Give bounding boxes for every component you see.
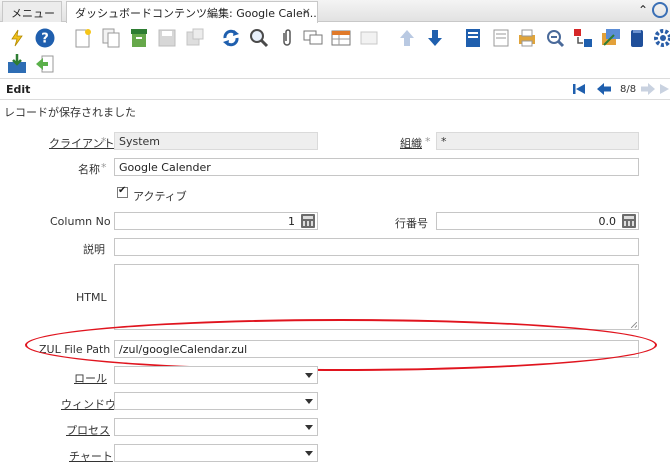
back-icon[interactable]	[34, 53, 56, 75]
org-mandatory-mark: *	[425, 135, 431, 148]
copy-record-icon[interactable]	[100, 27, 122, 49]
tab-menu-label: メニュー	[11, 7, 55, 20]
edit-title: Edit	[6, 83, 31, 96]
report-icon[interactable]	[462, 27, 484, 49]
role-label[interactable]: ロール	[74, 370, 107, 386]
parent-record-icon[interactable]	[396, 27, 418, 49]
svg-text:?: ?	[41, 32, 49, 47]
save-create-icon[interactable]	[184, 27, 206, 49]
attachment-icon[interactable]	[276, 27, 298, 49]
settings-icon[interactable]	[652, 27, 670, 49]
description-label: 説明	[83, 243, 105, 256]
client-field: System	[114, 132, 318, 150]
zoom-across-icon[interactable]	[544, 27, 566, 49]
tab-dashboard-content-edit[interactable]: ダッシュボードコンテンツ編集: Google Calen... ×	[66, 1, 318, 23]
line-no-label: 行番号	[395, 217, 428, 230]
first-record-icon[interactable]	[572, 82, 586, 99]
record-counter: 8/8	[620, 84, 637, 95]
detail-record-icon[interactable]	[424, 27, 446, 49]
find-icon[interactable]	[248, 27, 270, 49]
chevron-down-icon[interactable]	[305, 425, 313, 430]
process-select[interactable]	[114, 418, 318, 436]
print-icon[interactable]	[516, 27, 538, 49]
chevron-down-icon[interactable]	[305, 451, 313, 456]
help-icon[interactable]: ?	[34, 27, 56, 49]
role-select[interactable]	[114, 366, 318, 384]
active-label: アクティブ	[133, 190, 187, 203]
request-icon[interactable]	[572, 27, 594, 49]
window-label[interactable]: ウィンドウ	[61, 396, 116, 412]
next-record-icon[interactable]	[640, 82, 656, 99]
archive-icon[interactable]	[490, 27, 512, 49]
chart-select[interactable]	[114, 444, 318, 462]
previous-record-icon[interactable]	[596, 82, 612, 99]
description-field[interactable]	[114, 238, 639, 256]
toolbar: ?	[0, 23, 670, 75]
calculator-icon[interactable]	[622, 214, 636, 228]
active-checkbox[interactable]	[117, 185, 128, 198]
highlight-oval	[25, 319, 657, 371]
last-record-icon[interactable]	[660, 82, 670, 99]
name-label: 名称	[78, 163, 100, 176]
chat-icon[interactable]	[302, 27, 324, 49]
line-no-field[interactable]: 0.0	[436, 212, 639, 230]
name-mandatory-mark: *	[101, 161, 107, 174]
grid-toggle-icon[interactable]	[330, 27, 352, 49]
column-no-value: 1	[288, 215, 295, 228]
close-icon[interactable]: ×	[302, 5, 311, 18]
process-label[interactable]: プロセス	[66, 422, 110, 438]
column-no-label: Column No	[50, 215, 111, 228]
window-select[interactable]	[114, 392, 318, 410]
client-mandatory-mark: *	[101, 135, 107, 148]
resize-handle-icon[interactable]	[631, 322, 637, 328]
column-no-field[interactable]: 1	[114, 212, 318, 230]
settings-circle-icon[interactable]	[652, 2, 668, 18]
ignore-icon[interactable]	[6, 27, 28, 49]
product-info-icon[interactable]	[600, 27, 622, 49]
status-message: レコードが保存されました	[4, 106, 136, 119]
tab-menu[interactable]: メニュー	[2, 1, 62, 22]
tab-bar: メニュー ダッシュボードコンテンツ編集: Google Calen... × ⌃	[0, 0, 670, 23]
import-icon[interactable]	[6, 53, 28, 75]
org-label[interactable]: 組織	[400, 135, 422, 151]
chevron-down-icon[interactable]	[305, 373, 313, 378]
org-field: *	[436, 132, 639, 150]
chevron-up-icon[interactable]: ⌃	[638, 3, 648, 17]
refresh-icon[interactable]	[220, 27, 242, 49]
calculator-icon[interactable]	[301, 214, 315, 228]
line-no-value: 0.0	[598, 215, 617, 228]
save-icon[interactable]	[156, 27, 178, 49]
tab-dashboard-label: ダッシュボードコンテンツ編集: Google Calen...	[75, 7, 318, 20]
name-field[interactable]: Google Calender	[114, 158, 639, 176]
edit-bar: Edit 8/8	[0, 78, 670, 100]
html-label: HTML	[76, 291, 107, 304]
export-icon[interactable]	[626, 27, 648, 49]
history-icon[interactable]	[358, 27, 380, 49]
delete-icon[interactable]	[128, 27, 150, 49]
new-record-icon[interactable]	[72, 27, 94, 49]
chart-label[interactable]: チャート	[69, 448, 113, 464]
chevron-down-icon[interactable]	[305, 399, 313, 404]
